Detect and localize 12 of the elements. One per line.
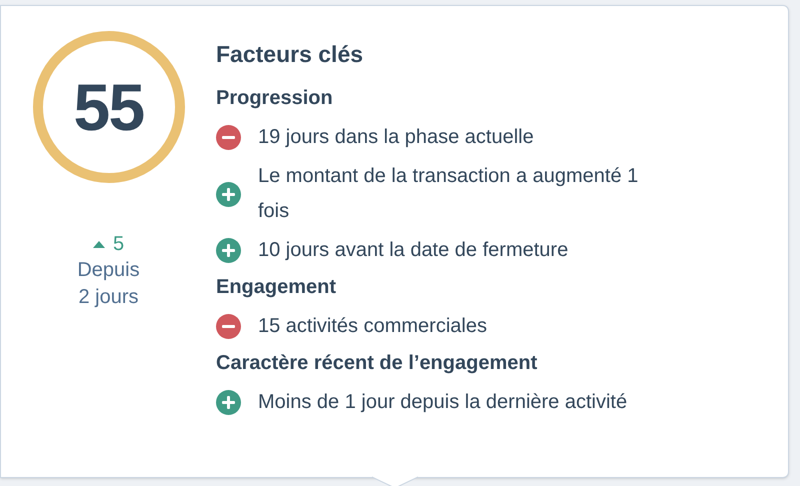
period-label: Depuis 2 jours [76,258,141,310]
factor-text: 19 jours dans la phase actuelle [258,125,534,150]
section-heading: Progression [216,86,334,111]
section-heading: Caractère récent de l’engagement [216,351,538,376]
factor-text: 15 activités commerciales [258,314,487,339]
factor-text: Moins de 1 jour depuis la dernière activité [258,390,628,415]
card-title: Facteurs clés [216,40,364,69]
trend-value: 5 [112,232,124,257]
factor-text: 10 jours avant la date de fermeture [258,238,568,263]
factor-text: Le montant de la transaction a augmenté 1 fois [258,164,640,224]
section-heading: Engagement [216,275,338,300]
score-value: 55 [73,74,144,140]
